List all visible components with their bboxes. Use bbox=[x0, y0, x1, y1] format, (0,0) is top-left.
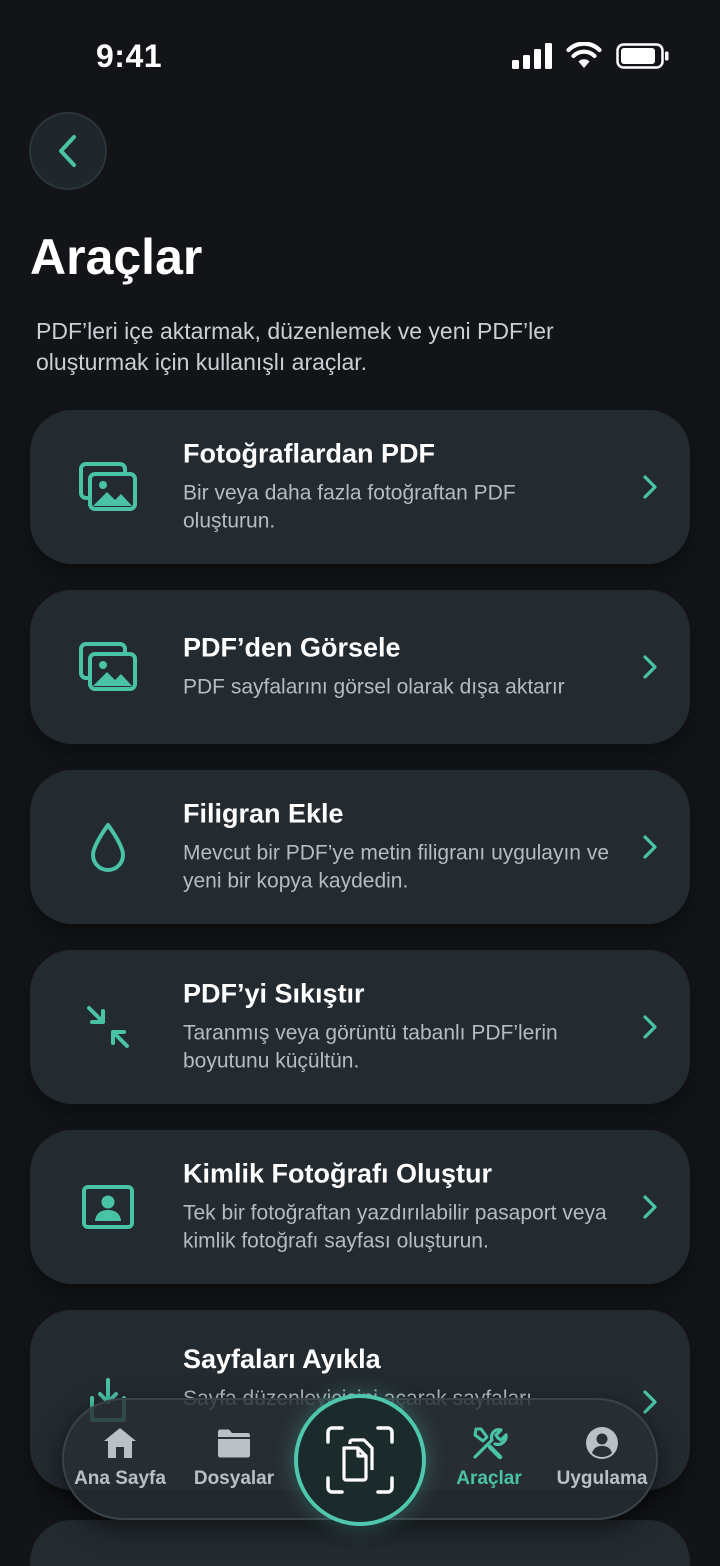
page-subtitle: PDF’leri içe aktarmak, düzenlemek ve yen… bbox=[36, 318, 554, 375]
nav-item-files[interactable]: Dosyalar bbox=[174, 1424, 294, 1490]
images-icon bbox=[76, 635, 140, 699]
status-time: 9:41 bbox=[96, 38, 163, 74]
tool-text: Fotoğraflardan PDF Bir veya daha fazla f… bbox=[183, 439, 610, 536]
tool-description: PDF sayfalarını görsel olarak dışa aktar… bbox=[183, 675, 565, 699]
user-icon bbox=[586, 1427, 618, 1459]
chevron-right-icon bbox=[643, 1015, 657, 1039]
back-button[interactable] bbox=[29, 112, 107, 190]
tool-description: Bir veya daha fazla fotoğraftan PDF oluş… bbox=[183, 481, 516, 533]
images-icon bbox=[76, 455, 140, 519]
scan-button[interactable] bbox=[294, 1394, 426, 1526]
tool-text: PDF’den Görsele PDF sayfalarını görsel o… bbox=[183, 633, 610, 702]
home-icon bbox=[104, 1428, 136, 1458]
tool-text: PDF’yi Sıkıştır Taranmış veya görüntü ta… bbox=[183, 979, 610, 1076]
tool-card-add-watermark[interactable]: Filigran Ekle Mevcut bir PDF’ye metin fi… bbox=[30, 770, 690, 924]
droplet-icon bbox=[76, 815, 140, 879]
nav-item-app[interactable]: Uygulama bbox=[542, 1424, 662, 1490]
cellular-signal-icon bbox=[512, 42, 552, 69]
chevron-right-icon bbox=[643, 835, 657, 859]
nav-label: Ana Sayfa bbox=[74, 1468, 166, 1489]
battery-icon bbox=[616, 42, 669, 69]
tool-description: Mevcut bir PDF’ye metin filigranı uygula… bbox=[183, 841, 609, 893]
compress-icon bbox=[76, 995, 140, 1059]
tool-title: Sayfaları Ayıkla bbox=[183, 1344, 381, 1374]
chevron-right-icon bbox=[643, 1195, 657, 1219]
tool-card-pdf-to-image[interactable]: PDF’den Görsele PDF sayfalarını görsel o… bbox=[30, 590, 690, 744]
tool-card-id-photo[interactable]: Kimlik Fotoğrafı Oluştur Tek bir fotoğra… bbox=[30, 1130, 690, 1284]
tool-title: PDF’den Görsele bbox=[183, 632, 401, 663]
scan-document-icon bbox=[326, 1426, 394, 1494]
tool-title: PDF’yi Sıkıştır bbox=[183, 978, 365, 1009]
chevron-right-icon bbox=[643, 1390, 657, 1414]
chevron-left-icon bbox=[59, 135, 76, 167]
tool-text: Filigran Ekle Mevcut bir PDF’ye metin fi… bbox=[183, 799, 610, 896]
tools-icon bbox=[473, 1427, 508, 1460]
tool-title: Filigran Ekle bbox=[183, 798, 344, 829]
tool-title: Kimlik Fotoğrafı Oluştur bbox=[183, 1158, 493, 1189]
folder-icon bbox=[218, 1429, 250, 1458]
tool-card-compress-pdf[interactable]: PDF’yi Sıkıştır Taranmış veya görüntü ta… bbox=[30, 950, 690, 1104]
tool-text: Kimlik Fotoğrafı Oluştur Tek bir fotoğra… bbox=[183, 1159, 610, 1256]
tool-description: Tek bir fotoğraftan yazdırılabilir pasap… bbox=[183, 1201, 607, 1253]
nav-item-tools[interactable]: Araçlar bbox=[429, 1424, 549, 1490]
page-title: Araçlar bbox=[30, 229, 203, 285]
id-photo-icon bbox=[76, 1175, 140, 1239]
tool-card-partial bbox=[30, 1520, 690, 1566]
tool-card-photos-to-pdf[interactable]: Fotoğraflardan PDF Bir veya daha fazla f… bbox=[30, 410, 690, 564]
wifi-icon bbox=[566, 42, 602, 68]
nav-label: Uygulama bbox=[556, 1468, 648, 1489]
status-bar: 9:41 bbox=[0, 0, 720, 110]
tool-description: Taranmış veya görüntü tabanlı PDF’lerin … bbox=[183, 1021, 558, 1073]
tool-title: Fotoğraflardan PDF bbox=[183, 438, 436, 469]
chevron-right-icon bbox=[643, 475, 657, 499]
nav-label: Araçlar bbox=[456, 1468, 522, 1489]
chevron-right-icon bbox=[643, 655, 657, 679]
nav-item-home[interactable]: Ana Sayfa bbox=[60, 1424, 180, 1490]
status-icons bbox=[512, 42, 670, 69]
nav-label: Dosyalar bbox=[193, 1468, 275, 1489]
